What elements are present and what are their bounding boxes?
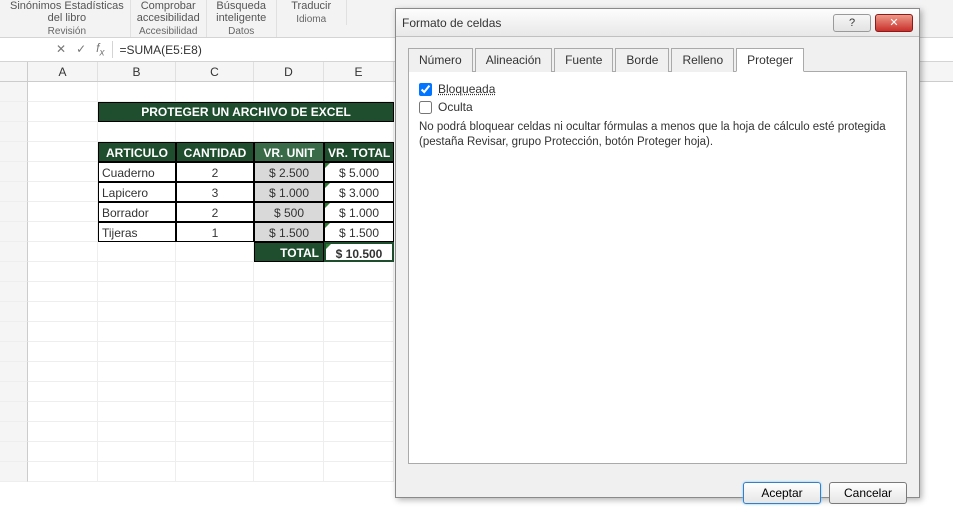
checkbox-oculta-input[interactable] xyxy=(419,101,432,114)
dialog-titlebar[interactable]: Formato de celdas ? ✕ xyxy=(396,9,919,37)
sheet-title: PROTEGER UN ARCHIVO DE EXCEL xyxy=(98,102,394,122)
ribbon-group-idioma[interactable]: Traducir Idioma xyxy=(277,0,347,25)
total-value[interactable]: $ 10.500 xyxy=(324,242,394,262)
checkbox-oculta[interactable]: Oculta xyxy=(419,100,896,114)
hdr-vrunit: VR. UNIT xyxy=(254,142,324,162)
tab-content-proteger: Bloqueada Oculta No podrá bloquear celda… xyxy=(408,72,907,464)
select-all[interactable] xyxy=(0,62,28,81)
close-button[interactable]: ✕ xyxy=(875,14,913,32)
cancel-formula-icon[interactable]: ✕ xyxy=(56,42,66,56)
ok-button[interactable]: Aceptar xyxy=(743,482,821,504)
checkbox-bloqueada-input[interactable] xyxy=(419,83,432,96)
ribbon-group-datos[interactable]: Búsqueda inteligente Datos xyxy=(207,0,277,37)
fx-icon[interactable]: fx xyxy=(96,41,104,58)
tab-relleno[interactable]: Relleno xyxy=(671,48,734,72)
table-row[interactable]: Borrador xyxy=(98,202,176,222)
table-row[interactable]: Tijeras xyxy=(98,222,176,242)
tab-alineacion[interactable]: Alineación xyxy=(475,48,552,72)
tab-fuente[interactable]: Fuente xyxy=(554,48,613,72)
col-D[interactable]: D xyxy=(254,62,324,81)
table-row[interactable]: Cuaderno xyxy=(98,162,176,182)
format-cells-dialog: Formato de celdas ? ✕ Número Alineación … xyxy=(395,8,920,498)
ribbon-group-accesibilidad[interactable]: Comprobar accesibilidad Accesibilidad xyxy=(131,0,207,37)
dialog-title: Formato de celdas xyxy=(402,16,829,30)
col-B[interactable]: B xyxy=(98,62,176,81)
ribbon-group-revision[interactable]: Sinónimos Estadísticas del libro Revisió… xyxy=(4,0,131,37)
col-C[interactable]: C xyxy=(176,62,254,81)
checkbox-bloqueada[interactable]: Bloqueada xyxy=(419,82,896,96)
hdr-vrtotal: VR. TOTAL xyxy=(324,142,394,162)
hdr-articulo: ARTICULO xyxy=(98,142,176,162)
help-button[interactable]: ? xyxy=(833,14,871,32)
tab-borde[interactable]: Borde xyxy=(615,48,669,72)
col-A[interactable]: A xyxy=(28,62,98,81)
protect-note: No podrá bloquear celdas ni ocultar fórm… xyxy=(419,120,896,150)
cancel-button[interactable]: Cancelar xyxy=(829,482,907,504)
table-row[interactable]: Lapicero xyxy=(98,182,176,202)
hdr-cantidad: CANTIDAD xyxy=(176,142,254,162)
tab-proteger[interactable]: Proteger xyxy=(736,48,804,72)
total-label: TOTAL xyxy=(254,242,324,262)
dialog-tabs: Número Alineación Fuente Borde Relleno P… xyxy=(408,47,907,72)
accept-formula-icon[interactable]: ✓ xyxy=(76,42,86,56)
col-E[interactable]: E xyxy=(324,62,394,81)
tab-numero[interactable]: Número xyxy=(408,48,473,72)
